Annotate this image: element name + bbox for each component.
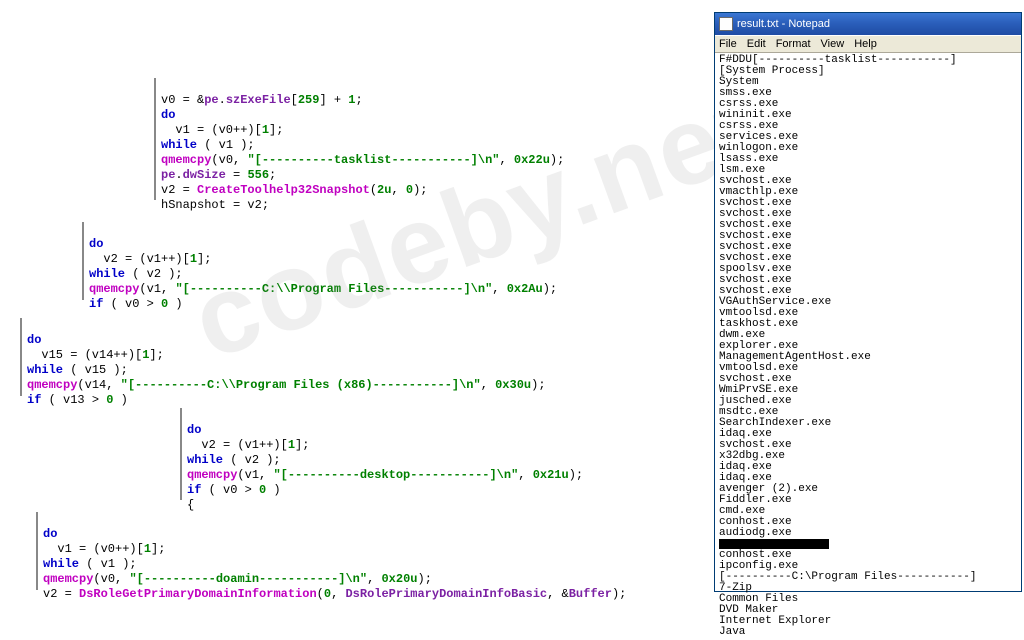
code-scope-bar bbox=[20, 318, 22, 396]
notepad-line: Common Files bbox=[719, 594, 1017, 605]
notepad-line: [----------C:\Program Files-----------] bbox=[719, 572, 1017, 583]
code-block-2: do v2 = (v1++)[1]; while ( v2 ); qmemcpy… bbox=[89, 222, 557, 327]
notepad-line: [System Process] bbox=[719, 66, 1017, 77]
menu-view[interactable]: View bbox=[821, 38, 845, 50]
code-scope-bar bbox=[154, 78, 156, 200]
notepad-line: Internet Explorer bbox=[719, 616, 1017, 627]
code-block-4: do v2 = (v1++)[1]; while ( v2 ); qmemcpy… bbox=[187, 408, 583, 528]
redacted-bar bbox=[719, 539, 829, 549]
notepad-text-area[interactable]: F#DDU[----------tasklist-----------][Sys… bbox=[715, 53, 1021, 640]
menu-help[interactable]: Help bbox=[854, 38, 877, 50]
code-scope-bar bbox=[82, 222, 84, 300]
menu-file[interactable]: File bbox=[719, 38, 737, 50]
notepad-window: result.txt - Notepad File Edit Format Vi… bbox=[714, 12, 1022, 592]
notepad-line: audiodg.exe bbox=[719, 528, 1017, 539]
window-title: result.txt - Notepad bbox=[737, 18, 830, 30]
notepad-line: Java bbox=[719, 627, 1017, 638]
menu-format[interactable]: Format bbox=[776, 38, 811, 50]
titlebar[interactable]: result.txt - Notepad bbox=[715, 13, 1021, 35]
code-block-1: v0 = &pe.szExeFile[259] + 1; do v1 = (v0… bbox=[161, 78, 564, 228]
code-scope-bar bbox=[36, 512, 38, 590]
menu-edit[interactable]: Edit bbox=[747, 38, 766, 50]
notepad-line: DVD Maker bbox=[719, 605, 1017, 616]
notepad-icon bbox=[719, 17, 733, 31]
menubar: File Edit Format View Help bbox=[715, 35, 1021, 53]
code-scope-bar bbox=[180, 408, 182, 500]
decompiler-code-view: v0 = &pe.szExeFile[259] + 1; do v1 = (v0… bbox=[0, 0, 710, 594]
code-block-5: do v1 = (v0++)[1]; while ( v1 ); qmemcpy… bbox=[43, 512, 626, 617]
